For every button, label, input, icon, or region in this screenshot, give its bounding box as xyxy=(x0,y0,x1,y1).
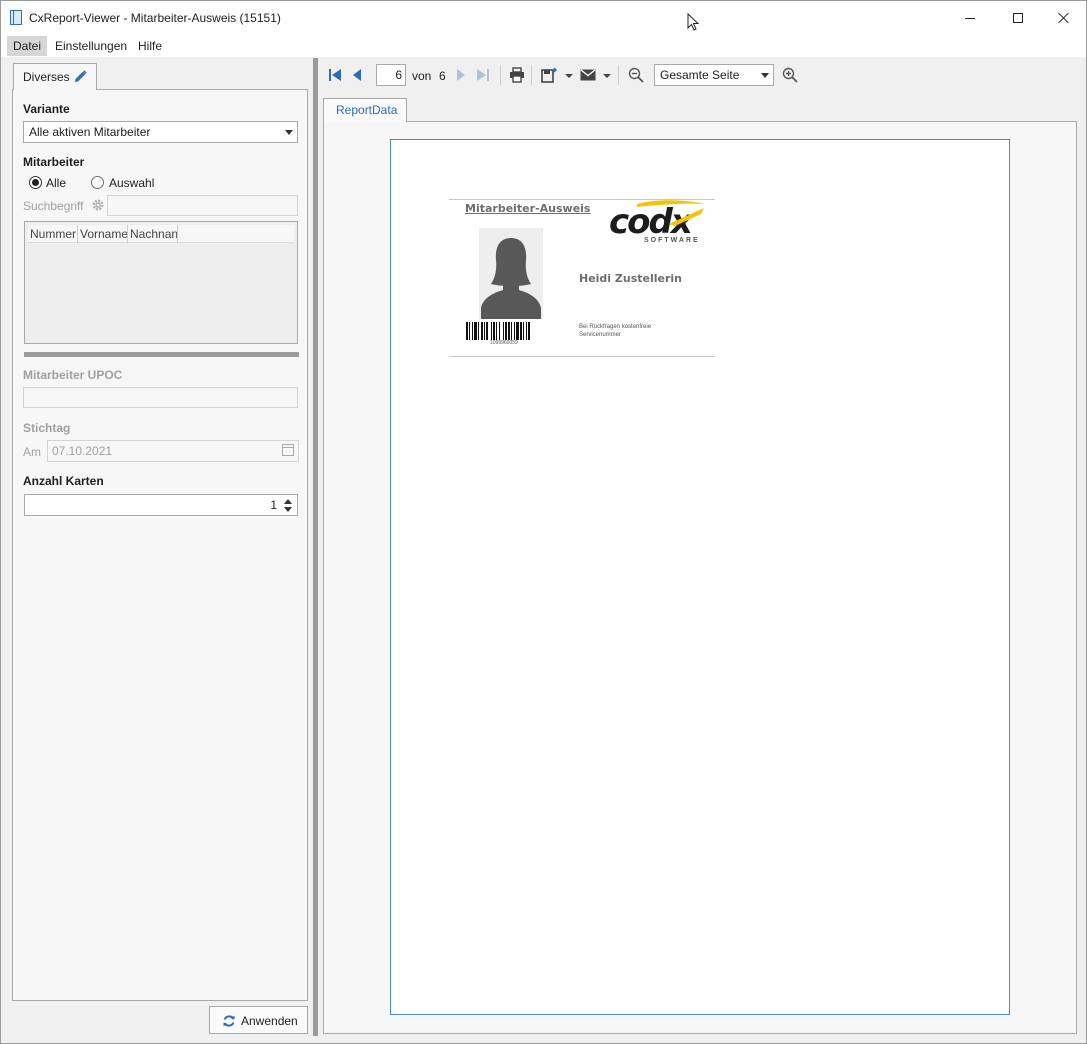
stichtag-date-input[interactable]: 07.10.2021 xyxy=(47,440,299,462)
horizontal-splitter[interactable] xyxy=(24,352,299,357)
spin-up-icon[interactable] xyxy=(284,499,292,504)
upoc-label: Mitarbeiter UPOC xyxy=(23,368,123,382)
stichtag-date-value: 07.10.2021 xyxy=(52,444,113,458)
toolbar-separator xyxy=(618,65,619,85)
menu-einstellungen[interactable]: Einstellungen xyxy=(49,36,133,56)
radio-auswahl[interactable] xyxy=(91,176,104,189)
close-icon xyxy=(1058,12,1070,24)
am-label: Am xyxy=(23,445,41,459)
window-title: CxReport-Viewer - Mitarbeiter-Ausweis (1… xyxy=(29,11,281,25)
barcode-number: 1099960059 xyxy=(490,340,518,346)
von-label: von xyxy=(412,69,432,83)
grid-col-nummer[interactable]: Nummer xyxy=(28,225,78,243)
minimize-icon xyxy=(965,17,975,19)
employee-photo xyxy=(479,228,543,319)
first-page-icon[interactable] xyxy=(328,68,342,82)
mitarbeiter-grid[interactable]: Nummer Vorname Nachnan xyxy=(24,221,298,344)
tab-diverses[interactable]: Diverses xyxy=(13,63,97,90)
grid-col-nachname[interactable]: Nachnan xyxy=(128,225,178,243)
card-title: Mitarbeiter-Ausweis xyxy=(465,202,591,215)
mouse-cursor-icon xyxy=(687,13,699,31)
export-icon[interactable] xyxy=(541,67,557,83)
pencil-icon[interactable] xyxy=(74,70,87,83)
app-icon xyxy=(10,10,22,25)
zoom-in-icon[interactable] xyxy=(782,67,798,83)
report-page: Mitarbeiter-Ausweis codx SOFTWARE Heidi … xyxy=(390,139,1010,1015)
zoom-dropdown[interactable]: Gesamte Seite xyxy=(654,64,774,86)
maximize-icon xyxy=(1013,13,1023,23)
grid-col-vorname[interactable]: Vorname xyxy=(78,225,128,243)
gear-icon xyxy=(92,199,104,211)
tab-reportdata[interactable]: ReportData xyxy=(323,98,407,122)
tab-diverses-label: Diverses xyxy=(23,70,70,84)
person-silhouette-icon xyxy=(481,238,541,319)
dropdown-arrow-icon xyxy=(761,73,769,78)
radio-alle-label: Alle xyxy=(46,176,67,190)
export-dropdown-icon[interactable] xyxy=(565,74,573,78)
anzahl-karten-value: 1 xyxy=(270,498,277,512)
employee-name: Heidi Zustellerin xyxy=(579,272,683,285)
toolbar-separator xyxy=(531,65,532,85)
vertical-splitter[interactable] xyxy=(313,58,318,1036)
title-bar: CxReport-Viewer - Mitarbeiter-Ausweis (1… xyxy=(1,1,1086,35)
card-bottom-line xyxy=(449,356,715,357)
upoc-input[interactable] xyxy=(23,387,298,408)
barcode-icon xyxy=(466,322,530,340)
mitarbeiter-label: Mitarbeiter xyxy=(23,155,85,169)
app-window: CxReport-Viewer - Mitarbeiter-Ausweis (1… xyxy=(0,0,1087,1044)
parameter-panel: Variante Alle aktiven Mitarbeiter Mitarb… xyxy=(12,89,308,1001)
next-page-icon[interactable] xyxy=(455,68,467,82)
logo-subtitle: SOFTWARE xyxy=(644,237,700,244)
spin-down-icon[interactable] xyxy=(284,507,292,512)
codx-logo-icon: codx xyxy=(609,200,705,240)
menu-bar: Datei Einstellungen Hilfe xyxy=(1,35,1086,57)
toolbar-separator xyxy=(500,65,501,85)
anzahl-karten-stepper[interactable]: 1 xyxy=(24,494,298,516)
variante-label: Variante xyxy=(23,102,70,116)
menu-datei[interactable]: Datei xyxy=(7,36,48,56)
stichtag-label: Stichtag xyxy=(23,421,71,435)
maximize-button[interactable] xyxy=(995,1,1041,35)
radio-alle[interactable] xyxy=(29,176,42,189)
minimize-button[interactable] xyxy=(947,1,993,35)
page-total: 6 xyxy=(439,69,446,83)
close-button[interactable] xyxy=(1041,1,1087,35)
last-page-icon[interactable] xyxy=(476,68,490,82)
variante-value: Alle aktiven Mitarbeiter xyxy=(29,125,151,139)
page-number-input[interactable]: 6 xyxy=(376,64,406,86)
mail-dropdown-icon[interactable] xyxy=(603,74,611,78)
service-hint: Bei Rückfragen kostenfreie Servicenummer xyxy=(579,324,652,338)
zoom-out-icon[interactable] xyxy=(628,67,644,83)
zoom-value: Gesamte Seite xyxy=(660,68,740,82)
print-icon[interactable] xyxy=(509,67,525,83)
radio-auswahl-label: Auswahl xyxy=(109,176,155,190)
refresh-icon xyxy=(223,1015,235,1027)
mail-icon[interactable] xyxy=(580,69,596,81)
anzahl-karten-label: Anzahl Karten xyxy=(23,474,104,488)
calendar-icon[interactable] xyxy=(282,444,294,456)
anwenden-label: Anwenden xyxy=(241,1014,298,1028)
suchbegriff-label: Suchbegriff xyxy=(23,199,84,213)
previous-page-icon[interactable] xyxy=(351,68,363,82)
anwenden-button[interactable]: Anwenden xyxy=(209,1006,308,1034)
grid-header: Nummer Vorname Nachnan xyxy=(28,225,294,243)
variante-dropdown[interactable]: Alle aktiven Mitarbeiter xyxy=(23,121,298,143)
menu-hilfe[interactable]: Hilfe xyxy=(132,36,168,56)
suchbegriff-input[interactable] xyxy=(107,195,298,216)
dropdown-arrow-icon xyxy=(285,130,293,135)
